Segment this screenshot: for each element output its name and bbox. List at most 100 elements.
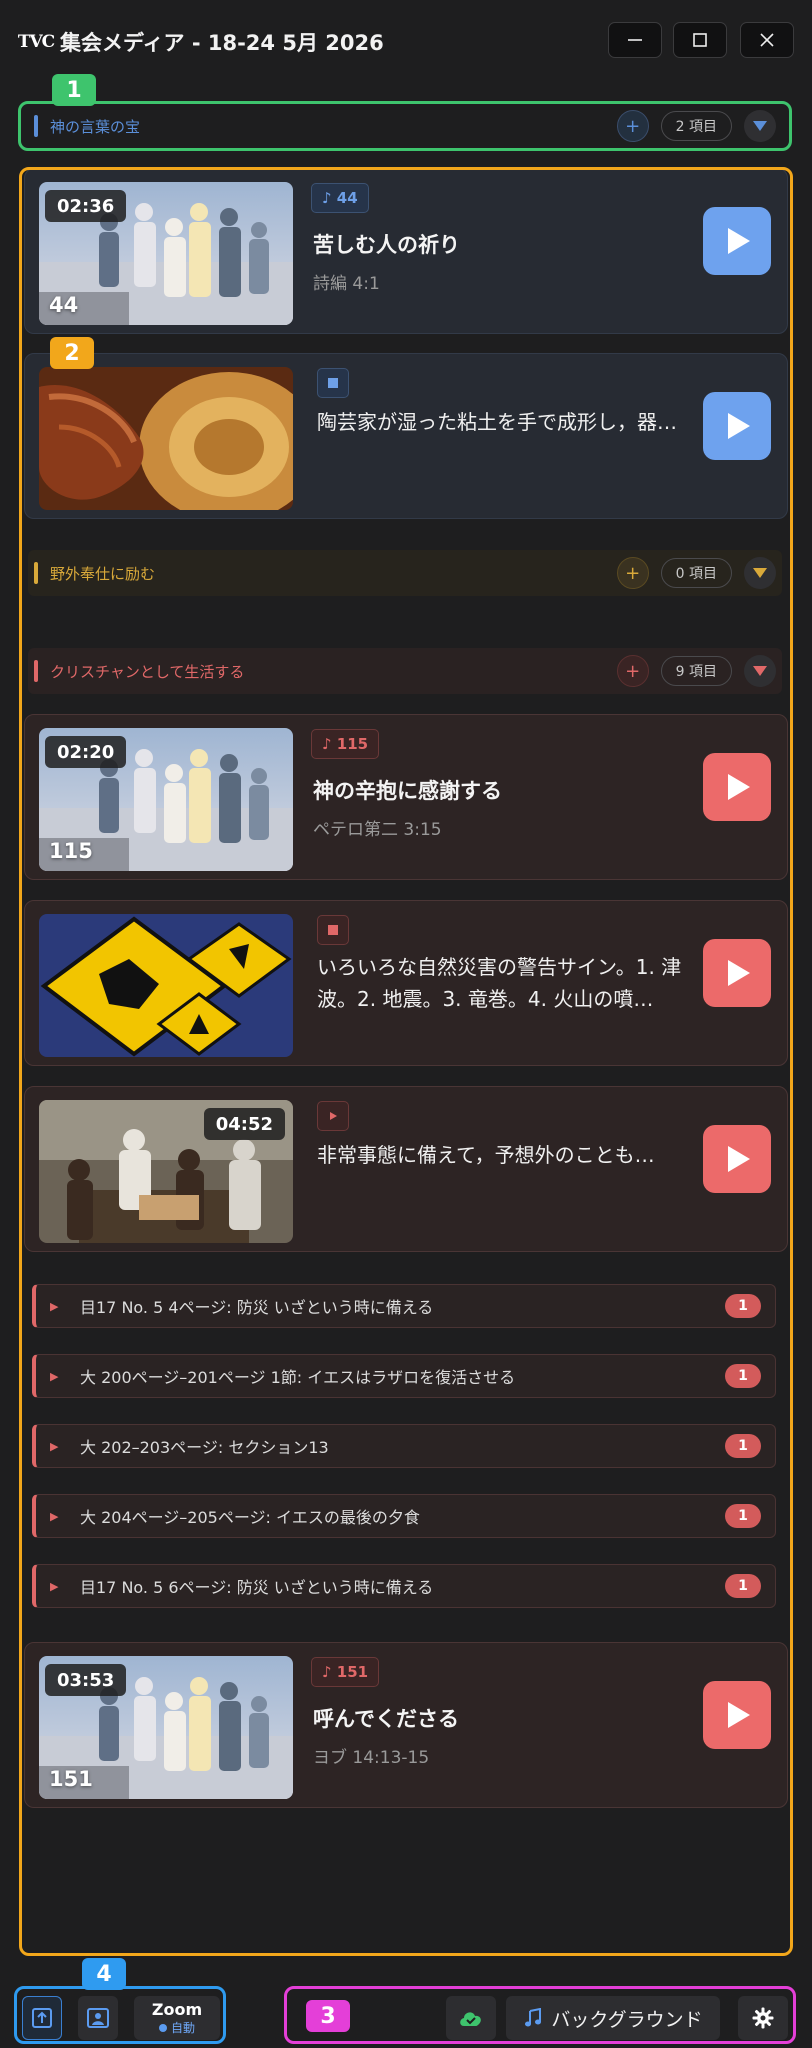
plus-icon: +	[625, 660, 641, 682]
song-thumbnail: 02:20 115	[39, 728, 293, 871]
item-count-badge: 9 項目	[660, 656, 732, 686]
song-thumbnail: 03:53 151	[39, 1656, 293, 1799]
add-item-button[interactable]: +	[616, 110, 649, 142]
play-button[interactable]	[703, 1125, 771, 1193]
section-color-bar	[34, 660, 38, 682]
annotation-badge-1: 1	[52, 74, 96, 106]
minimize-icon	[628, 39, 642, 41]
item-count-badge: 0 項目	[660, 558, 732, 588]
play-icon	[728, 1702, 750, 1728]
zoom-status: 自動	[158, 2019, 195, 2036]
image-icon	[328, 925, 338, 935]
section-title: 神の言葉の宝	[50, 117, 141, 136]
duration-label: 04:52	[203, 1108, 285, 1140]
expand-icon: ▶	[50, 1369, 59, 1383]
reference-row[interactable]: ▶ 大 204ページ–205ページ: イエスの最後の夕食 1	[32, 1494, 776, 1538]
media-card-emergency-video[interactable]: 04:52 非常事態に備えて，予想外のことも…	[24, 1086, 788, 1252]
play-button[interactable]	[703, 392, 771, 460]
reference-count: 1	[725, 1504, 761, 1528]
video-icon	[330, 1112, 337, 1120]
plus-icon: +	[625, 562, 641, 584]
section-header-treasures[interactable]: 神の言葉の宝 + 2 項目	[28, 103, 782, 149]
expand-icon: ▶	[50, 1299, 59, 1313]
annotation-badge-2: 2	[50, 337, 94, 369]
song-number-overlay: 151	[49, 1767, 93, 1791]
zoom-label: Zoom	[151, 2000, 203, 2019]
reference-label: 目17 No. 5 4ページ: 防災 いざという時に備える	[80, 1298, 434, 1317]
media-card-song-115[interactable]: 02:20 115 ♪ 115 神の辛抱に感謝する ペテロ第二 3:15	[24, 714, 788, 880]
play-icon	[728, 774, 750, 800]
expand-icon: ▶	[50, 1509, 59, 1523]
collapse-button[interactable]	[744, 655, 776, 687]
section-header-field-ministry[interactable]: 野外奉仕に励む + 0 項目	[28, 550, 782, 596]
cloud-check-icon	[460, 2012, 481, 2026]
minimize-button[interactable]	[608, 22, 662, 58]
collapse-button[interactable]	[744, 557, 776, 589]
maximize-button[interactable]	[673, 22, 727, 58]
image-thumbnail	[39, 914, 293, 1057]
settings-button[interactable]	[738, 1996, 788, 2040]
duration-label: 02:36	[45, 190, 127, 222]
song-thumbnail: 02:36 44	[39, 182, 293, 325]
media-subtitle: ヨブ 14:13-15	[313, 1748, 430, 1768]
background-label: バックグラウンド	[551, 2008, 703, 2031]
reference-count: 1	[725, 1364, 761, 1388]
chevron-down-icon	[753, 666, 767, 676]
video-thumbnail: 04:52	[39, 1100, 293, 1243]
song-number-overlay: 115	[49, 839, 93, 863]
music-note-icon	[525, 2008, 542, 2027]
media-subtitle: ペテロ第二 3:15	[313, 820, 442, 840]
section-title: 野外奉仕に励む	[50, 564, 156, 583]
expand-icon: ▶	[50, 1439, 59, 1453]
play-button[interactable]	[703, 1681, 771, 1749]
reference-label: 目17 No. 5 6ページ: 防災 いざという時に備える	[80, 1578, 434, 1597]
window-title: 集会メディア - 18-24 5月 2026	[60, 31, 384, 55]
section-header-christian-living[interactable]: クリスチャンとして生活する + 9 項目	[28, 648, 782, 694]
song-number-overlay: 44	[49, 293, 79, 317]
potter-hands-image	[39, 367, 293, 510]
image-tag	[317, 915, 349, 945]
song-tag: ♪ 151	[311, 1657, 380, 1687]
close-button[interactable]	[740, 22, 794, 58]
play-button[interactable]	[703, 939, 771, 1007]
media-card-disaster-signs[interactable]: いろいろな自然災害の警告サイン。1. 津波。2. 地震。3. 竜巻。4. 火山の…	[24, 900, 788, 1066]
warning-signs-image	[39, 914, 293, 1057]
close-icon	[760, 33, 774, 47]
media-card-song-151[interactable]: 03:53 151 ♪ 151 呼んでくださる ヨブ 14:13-15	[24, 1642, 788, 1808]
collapse-button[interactable]	[744, 110, 776, 142]
status-dot-icon	[158, 2023, 167, 2032]
reference-row[interactable]: ▶ 大 202–203ページ: セクション13 1	[32, 1424, 776, 1468]
annotation-badge-4: 4	[82, 1958, 126, 1990]
reference-row[interactable]: ▶ 目17 No. 5 4ページ: 防災 いざという時に備える 1	[32, 1284, 776, 1328]
expand-icon: ▶	[50, 1579, 59, 1593]
zoom-button[interactable]: Zoom 自動	[134, 1996, 220, 2040]
play-icon	[728, 960, 750, 986]
reference-row[interactable]: ▶ 大 200ページ–201ページ 1節: イエスはラザロを復活させる 1	[32, 1354, 776, 1398]
play-button[interactable]	[703, 207, 771, 275]
media-description: いろいろな自然災害の警告サイン。1. 津波。2. 地震。3. 竜巻。4. 火山の…	[317, 955, 682, 1011]
media-description: 非常事態に備えて，予想外のことも…	[317, 1143, 655, 1167]
presentation-button[interactable]	[78, 1996, 118, 2040]
chevron-down-icon	[753, 121, 767, 131]
media-card-potter-image[interactable]: 陶芸家が湿った粘土を手で成形し，器…	[24, 353, 788, 519]
zoom-mode: 自動	[170, 2021, 195, 2035]
upload-button[interactable]	[22, 1996, 62, 2040]
play-button[interactable]	[703, 753, 771, 821]
song-tag: ♪ 44	[311, 183, 369, 213]
annotation-badge-3: 3	[306, 2000, 350, 2032]
gear-icon	[752, 2007, 774, 2029]
upload-icon	[32, 2008, 52, 2028]
play-icon	[728, 413, 750, 439]
play-icon	[728, 228, 750, 254]
reference-row[interactable]: ▶ 目17 No. 5 6ページ: 防災 いざという時に備える 1	[32, 1564, 776, 1608]
image-thumbnail	[39, 367, 293, 510]
reference-count: 1	[725, 1574, 761, 1598]
add-item-button[interactable]: +	[616, 557, 649, 589]
plus-icon: +	[625, 115, 641, 137]
cloud-sync-button[interactable]	[446, 1996, 496, 2040]
media-card-song-44[interactable]: 02:36 44 ♪ 44 苦しむ人の祈り 詩編 4:1	[24, 168, 788, 334]
person-screen-icon	[87, 2008, 109, 2028]
video-tag	[317, 1101, 349, 1131]
background-button[interactable]: バックグラウンド	[506, 1996, 720, 2040]
add-item-button[interactable]: +	[616, 655, 649, 687]
